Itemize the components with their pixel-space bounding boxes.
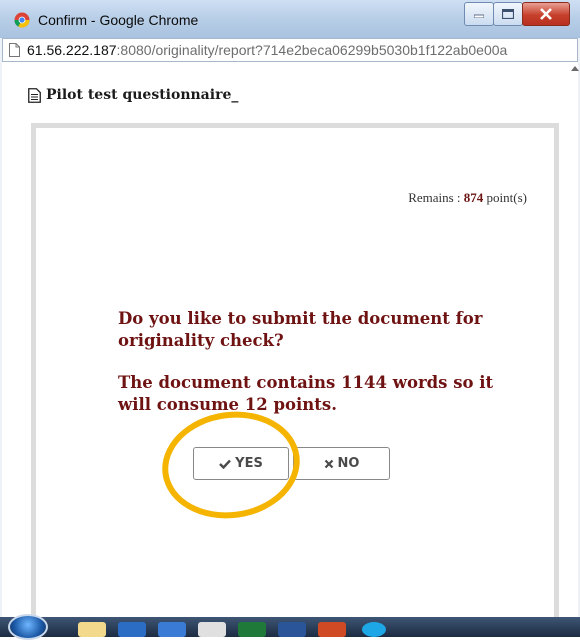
remains-value: 874 (463, 190, 484, 205)
document-icon (28, 87, 41, 103)
close-button[interactable] (522, 2, 570, 26)
outlook-icon[interactable] (118, 622, 146, 637)
window-controls (464, 2, 570, 28)
remains-unit: point(s) (483, 190, 527, 205)
maximize-button[interactable] (493, 2, 523, 26)
page-heading: Pilot test questionnaire_ (28, 87, 238, 103)
detail-text: The document contains 1144 words so it w… (118, 373, 494, 414)
title-bar[interactable]: Confirm - Google Chrome (0, 0, 580, 38)
address-bar[interactable]: 61.56.222.187:8080/originality/report?71… (2, 38, 578, 62)
no-button[interactable]: NO (293, 447, 390, 480)
no-label: NO (337, 456, 360, 471)
url-host: 61.56.222.187 (27, 42, 117, 58)
close-icon (540, 8, 552, 20)
explorer-icon[interactable] (158, 622, 186, 637)
powerpoint-icon[interactable] (318, 622, 346, 637)
excel-icon[interactable] (238, 622, 266, 637)
browser-window: Confirm - Google Chrome 61.56.222.187:80… (0, 0, 580, 640)
maximize-icon (502, 9, 514, 19)
remaining-points: Remains : 874 point(s) (408, 190, 527, 206)
minimize-icon (474, 14, 484, 18)
word-icon[interactable] (278, 622, 306, 637)
url-text[interactable]: 61.56.222.187:8080/originality/report?71… (27, 42, 507, 58)
start-button[interactable] (8, 614, 48, 640)
question-text: Do you like to submit the document for o… (118, 309, 483, 350)
url-path: :8080/originality/report?714e2beca06299b… (116, 42, 508, 58)
remains-label: Remains : (408, 190, 464, 205)
chrome-icon (14, 12, 30, 28)
chrome-taskbar-icon[interactable] (198, 622, 226, 637)
page-title: Pilot test questionnaire_ (46, 87, 239, 103)
confirm-dialog: Remains : 874 point(s) Do you like to su… (31, 123, 559, 623)
scroll-up-arrow-icon[interactable] (571, 66, 579, 71)
confirm-message: Do you like to submit the document for o… (118, 308, 498, 436)
window-title: Confirm - Google Chrome (38, 12, 199, 28)
skype-icon[interactable] (362, 622, 386, 637)
page-icon (9, 43, 20, 57)
cross-icon (324, 459, 333, 468)
minimize-button[interactable] (464, 2, 494, 26)
folder-icon[interactable] (78, 622, 106, 637)
